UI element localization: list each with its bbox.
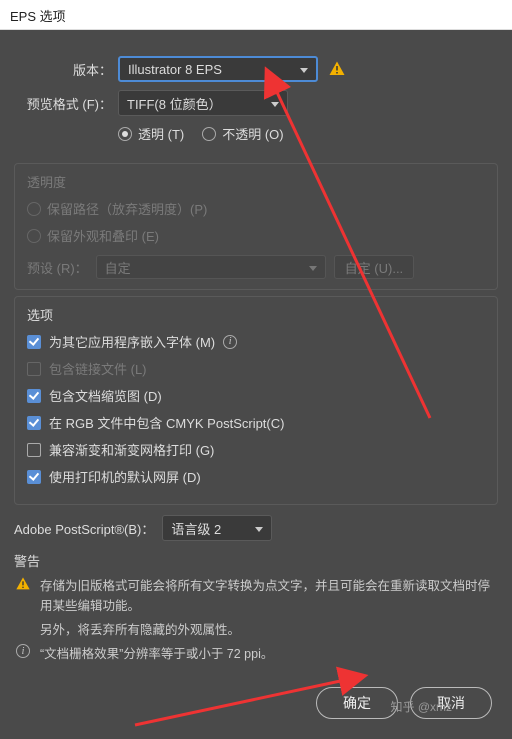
- transparency-radio-group: 透明 (T) 不透明 (O): [118, 124, 496, 143]
- option-checkbox[interactable]: [27, 443, 41, 457]
- transparency-title: 透明度: [27, 172, 485, 191]
- radio-dot-icon: [118, 127, 132, 141]
- option-label: 包含链接文件 (L): [49, 359, 147, 378]
- ok-button[interactable]: 确定: [316, 687, 398, 719]
- info-icon: i: [14, 644, 32, 658]
- window-title: EPS 选项: [10, 9, 66, 24]
- option-label: 使用打印机的默认网屏 (D): [49, 467, 201, 486]
- radio-preserve-appearance: 保留外观和叠印 (E): [27, 226, 159, 245]
- warning-icon: [328, 60, 346, 78]
- info-icon[interactable]: i: [223, 335, 237, 349]
- radio-dot-icon: [202, 127, 216, 141]
- option-row: 包含链接文件 (L): [27, 359, 485, 378]
- warnings-title: 警告: [14, 551, 498, 570]
- postscript-select[interactable]: 语言级 2: [162, 515, 272, 541]
- radio-transparent[interactable]: 透明 (T): [118, 124, 184, 143]
- radio-preserve-paths: 保留路径（放弃透明度）(P): [27, 199, 207, 218]
- postscript-row: Adobe PostScript®(B)： 语言级 2: [14, 515, 498, 541]
- option-checkbox[interactable]: [27, 335, 41, 349]
- version-label: 版本：: [16, 60, 112, 79]
- custom-button: 自定 (U)...: [334, 255, 415, 279]
- preset-label: 预设 (R)：: [27, 258, 88, 277]
- preview-value: TIFF(8 位颜色）: [127, 94, 222, 113]
- cancel-button[interactable]: 取消: [410, 687, 492, 719]
- option-row: 在 RGB 文件中包含 CMYK PostScript(C): [27, 413, 485, 432]
- preview-row: 预览格式 (F)： TIFF(8 位颜色）: [16, 90, 496, 116]
- title-bar: EPS 选项: [0, 0, 512, 30]
- option-checkbox[interactable]: [27, 470, 41, 484]
- version-select[interactable]: Illustrator 8 EPS: [118, 56, 318, 82]
- warning-text-2: 另外，将丢弃所有隐藏的外观属性。: [40, 620, 498, 640]
- dialog-body: 版本： Illustrator 8 EPS 预览格式 (F)： TIFF(8 位…: [0, 30, 512, 739]
- option-label: 为其它应用程序嵌入字体 (M): [49, 332, 215, 351]
- postscript-label: Adobe PostScript®(B)：: [14, 519, 154, 538]
- option-label: 兼容渐变和渐变网格打印 (G): [49, 440, 214, 459]
- version-row: 版本： Illustrator 8 EPS: [16, 56, 496, 82]
- preview-label: 预览格式 (F)：: [16, 94, 112, 113]
- postscript-value: 语言级 2: [171, 519, 221, 538]
- option-row: 使用打印机的默认网屏 (D): [27, 467, 485, 486]
- option-row: 兼容渐变和渐变网格打印 (G): [27, 440, 485, 459]
- options-title: 选项: [27, 305, 485, 324]
- options-panel: 选项 为其它应用程序嵌入字体 (M) i 包含链接文件 (L) 包含文档缩览图 (D)…: [14, 296, 498, 505]
- warnings-section: 警告 存储为旧版格式可能会将所有文字转换为点文字，并且可能会在重新读取文档时停用…: [14, 551, 498, 664]
- warning-icon: [14, 576, 32, 592]
- preset-select: 自定: [96, 255, 326, 279]
- option-label: 包含文档缩览图 (D): [49, 386, 162, 405]
- version-value: Illustrator 8 EPS: [128, 62, 222, 77]
- option-checkbox[interactable]: [27, 389, 41, 403]
- dialog-buttons: 确定 取消: [316, 687, 492, 719]
- option-checkbox[interactable]: [27, 416, 41, 430]
- warning-text-3: “文档栅格效果”分辨率等于或小于 72 ppi。: [40, 644, 498, 664]
- radio-opaque[interactable]: 不透明 (O): [202, 124, 283, 143]
- option-row: 包含文档缩览图 (D): [27, 386, 485, 405]
- warning-text-1: 存储为旧版格式可能会将所有文字转换为点文字，并且可能会在重新读取文档时停用某些编…: [40, 576, 498, 616]
- option-label: 在 RGB 文件中包含 CMYK PostScript(C): [49, 413, 284, 432]
- transparency-panel: 透明度 保留路径（放弃透明度）(P) 保留外观和叠印 (E) 预设 (R)： 自…: [14, 163, 498, 290]
- option-checkbox: [27, 362, 41, 376]
- option-row: 为其它应用程序嵌入字体 (M) i: [27, 332, 485, 351]
- preview-select[interactable]: TIFF(8 位颜色）: [118, 90, 288, 116]
